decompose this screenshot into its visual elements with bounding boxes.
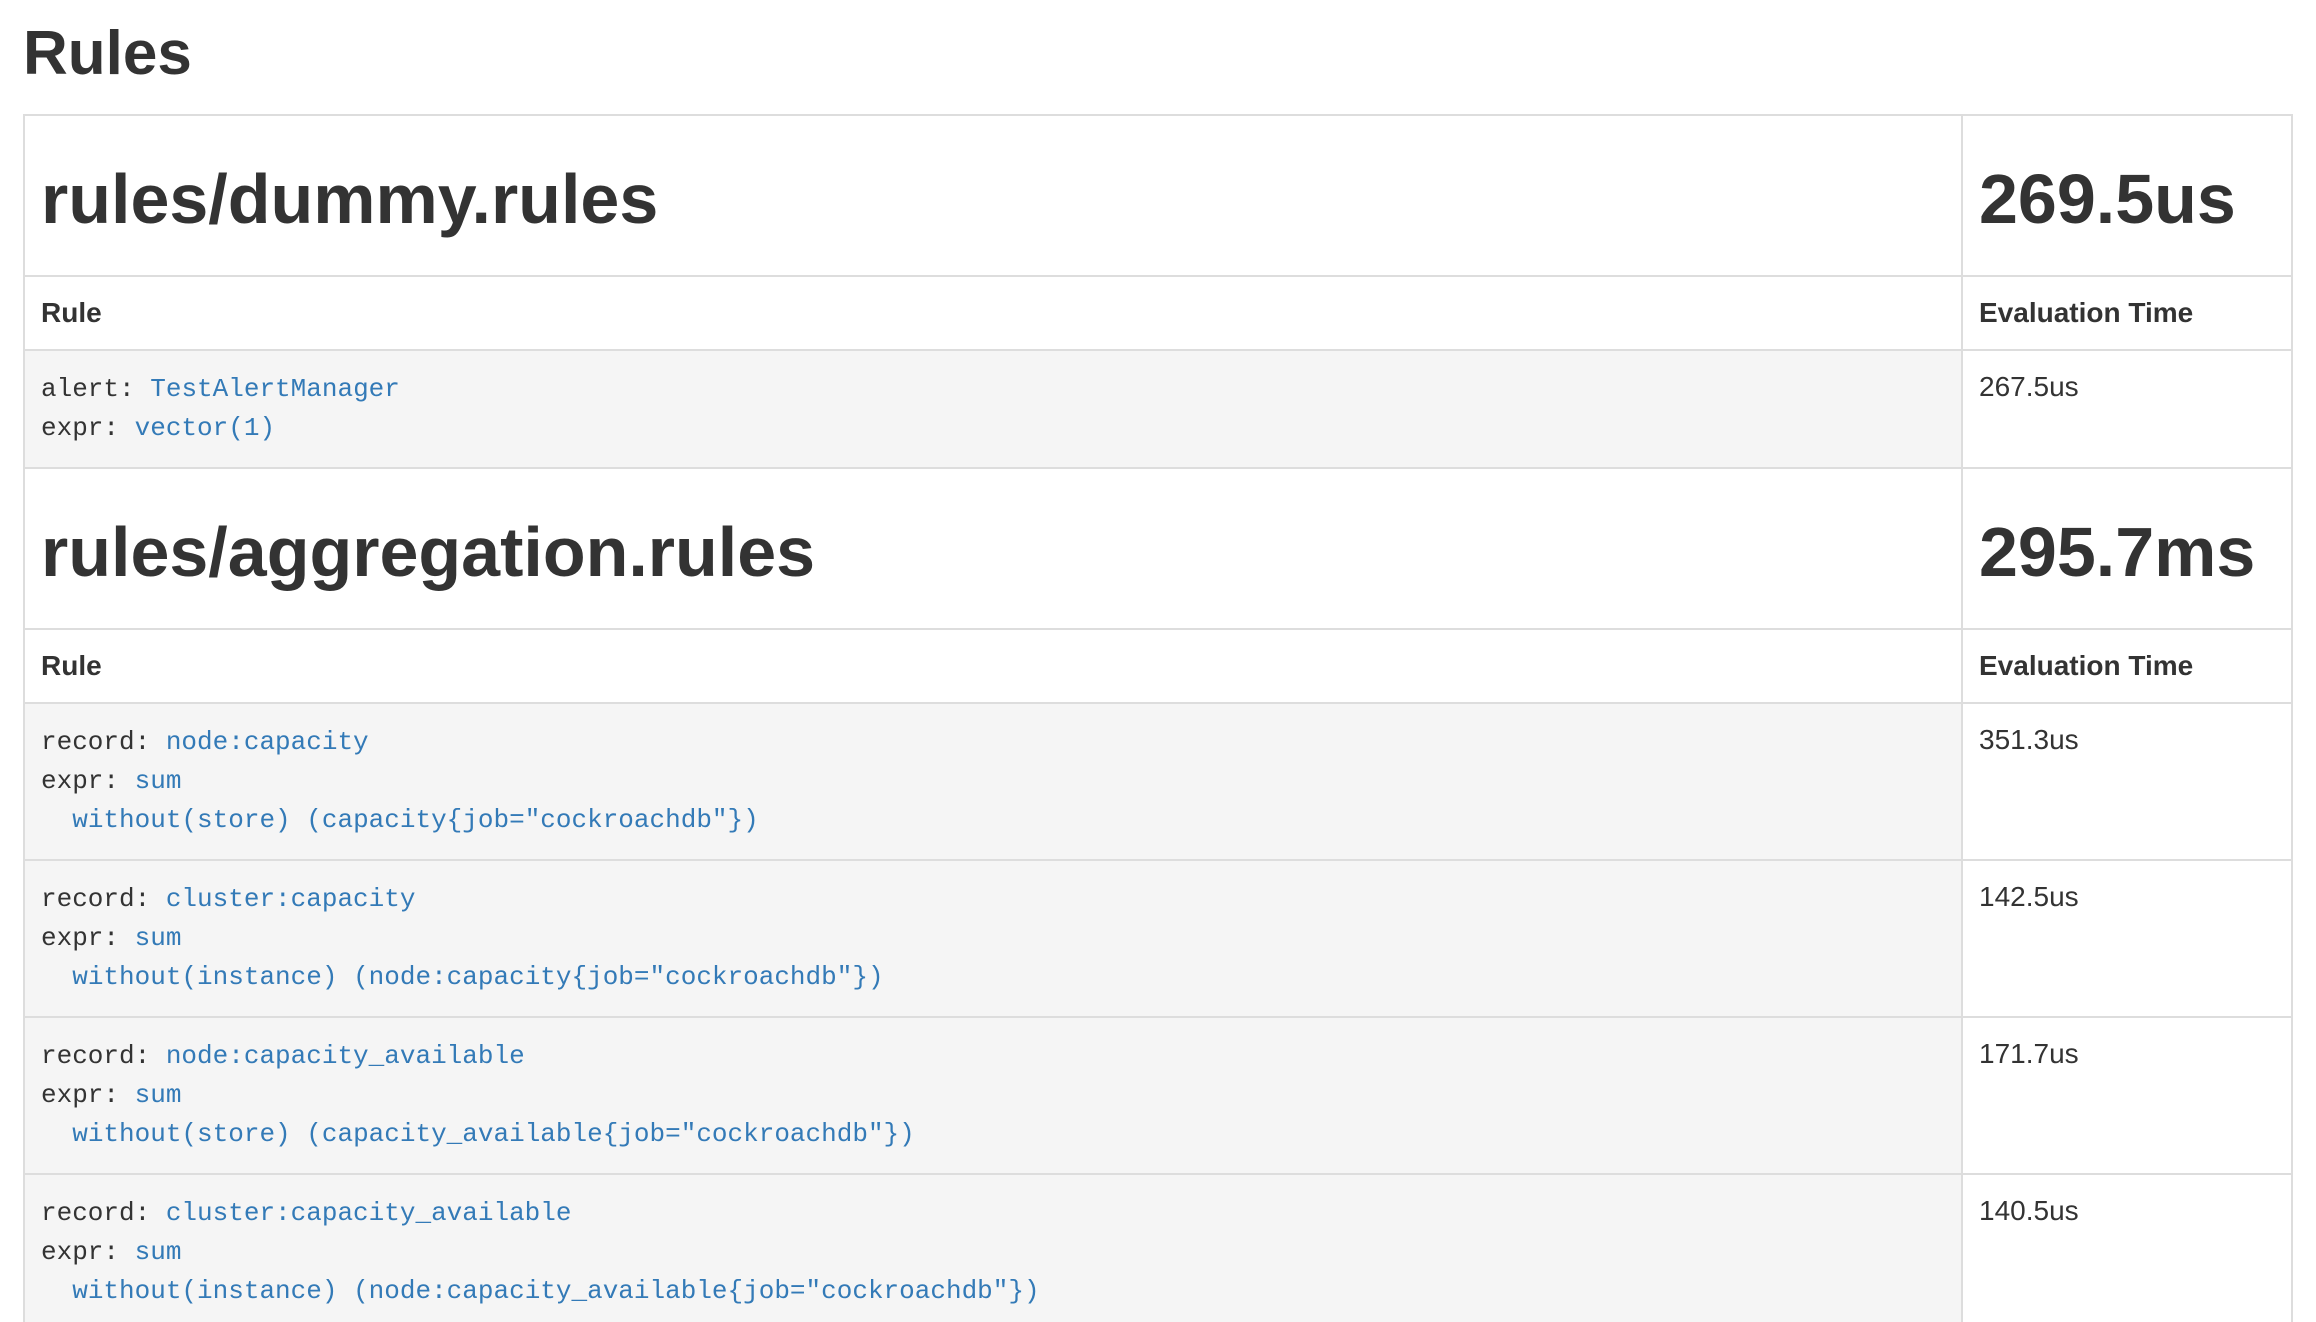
rule-definition: record: node:capacity expr: sum without(… [41,723,1945,840]
rule-group-eval-total: 295.7ms [1979,513,2275,592]
column-header-rule: Rule [24,276,1962,350]
rule-eval-time: 267.5us [1962,350,2292,468]
rules-table: rules/dummy.rules 269.5us Rule Evaluatio… [23,114,2293,1322]
rule-group-aggregation: rules/aggregation.rules 295.7ms Rule Eva… [24,468,2292,1322]
rule-expr-link[interactable]: sum without(instance) (node:capacity{job… [41,923,884,992]
rule-name-label: record: [41,727,150,757]
rule-expr-link[interactable]: sum without(instance) (node:capacity_ava… [41,1237,1040,1306]
rule-expr-link[interactable]: sum without(store) (capacity{job="cockro… [41,766,759,835]
rule-expr-label: expr: [41,413,119,443]
rule-expr-label: expr: [41,1237,119,1267]
rule-cell: record: cluster:capacity expr: sum witho… [24,860,1962,1017]
table-row: record: cluster:capacity_available expr:… [24,1174,2292,1322]
rule-group-file: rules/dummy.rules [41,160,1945,239]
rule-name-label: record: [41,884,150,914]
column-header-eval-time: Evaluation Time [1962,629,2292,703]
column-header-row: Rule Evaluation Time [24,629,2292,703]
rule-group-header-row: rules/dummy.rules 269.5us [24,115,2292,276]
rule-definition: record: cluster:capacity_available expr:… [41,1194,1945,1311]
rule-definition: alert: TestAlertManager expr: vector(1) [41,370,1945,448]
rule-name-link[interactable]: cluster:capacity_available [166,1198,572,1228]
rule-cell: record: cluster:capacity_available expr:… [24,1174,1962,1322]
rule-name-link[interactable]: TestAlertManager [150,374,400,404]
column-header-row: Rule Evaluation Time [24,276,2292,350]
rule-expr-label: expr: [41,923,119,953]
table-row: record: node:capacity expr: sum without(… [24,703,2292,860]
rule-group-header-row: rules/aggregation.rules 295.7ms [24,468,2292,629]
column-header-eval-time: Evaluation Time [1962,276,2292,350]
rule-name-link[interactable]: node:capacity_available [166,1041,525,1071]
table-row: record: cluster:capacity expr: sum witho… [24,860,2292,1017]
rule-name-label: alert: [41,374,135,404]
rule-name-link[interactable]: cluster:capacity [166,884,416,914]
rule-definition: record: cluster:capacity expr: sum witho… [41,880,1945,997]
rule-expr-link[interactable]: sum without(store) (capacity_available{j… [41,1080,915,1149]
rule-name-label: record: [41,1041,150,1071]
rule-expr-label: expr: [41,766,119,796]
rule-cell: record: node:capacity expr: sum without(… [24,703,1962,860]
rule-group-dummy: rules/dummy.rules 269.5us Rule Evaluatio… [24,115,2292,468]
table-row: record: node:capacity_available expr: su… [24,1017,2292,1174]
rule-cell: alert: TestAlertManager expr: vector(1) [24,350,1962,468]
rule-cell: record: node:capacity_available expr: su… [24,1017,1962,1174]
rule-group-eval-total: 269.5us [1979,160,2275,239]
rule-definition: record: node:capacity_available expr: su… [41,1037,1945,1154]
rules-page: Rules rules/dummy.rules 269.5us Rule Eva… [23,20,2293,1322]
rule-eval-time: 171.7us [1962,1017,2292,1174]
rule-eval-time: 142.5us [1962,860,2292,1017]
rule-eval-time: 140.5us [1962,1174,2292,1322]
rule-eval-time: 351.3us [1962,703,2292,860]
rule-name-label: record: [41,1198,150,1228]
table-row: alert: TestAlertManager expr: vector(1) … [24,350,2292,468]
rule-name-link[interactable]: node:capacity [166,727,369,757]
page-title: Rules [23,20,2293,88]
rule-expr-link[interactable]: vector(1) [135,413,275,443]
column-header-rule: Rule [24,629,1962,703]
rule-expr-label: expr: [41,1080,119,1110]
rule-group-file: rules/aggregation.rules [41,513,1945,592]
